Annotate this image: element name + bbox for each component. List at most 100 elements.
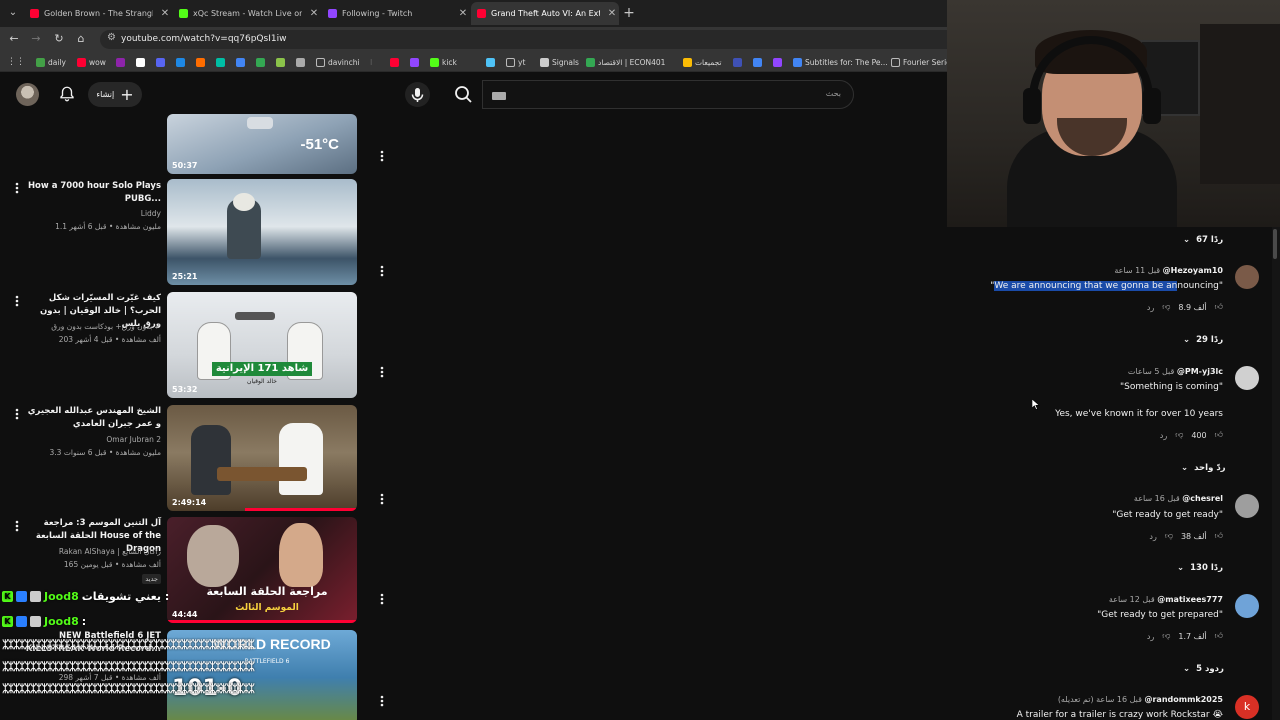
channel-name[interactable]: Omar Jubran 2 [21,433,161,446]
new-tab-plus-icon[interactable]: + [621,4,637,22]
video-title[interactable]: الشيخ المهندس عبدالله العجيري و عمر جبرا… [24,405,161,431]
video-thumbnail[interactable]: -51°C 50:37 [167,114,357,174]
browser-tab[interactable]: Following - Twitch ✕ [322,2,470,25]
replies-toggle[interactable]: ⌄ 29 ردًا [1183,333,1223,347]
comment-username[interactable]: @matixees777 [1157,595,1223,604]
dislike-icon[interactable]: 👎︎ [1175,430,1183,440]
apps-grid-icon[interactable]: ⋮⋮ [7,56,25,68]
recommended-video[interactable]: كيف غيّرت المسيّرات شكل الحرب؟ | خالد ال… [0,292,400,400]
like-icon[interactable]: 👍︎ [1215,430,1223,440]
bookmark-folder-davinchi[interactable]: davinchi [316,56,360,68]
bookmark-folder-yt[interactable]: yt [506,56,525,68]
comment-username[interactable]: @PM-yj3lc [1177,367,1223,376]
browser-tab[interactable]: xQc Stream - Watch Live on Kick ✕ [173,2,321,25]
bookmark-icon-only[interactable] [216,56,225,68]
close-tab-icon[interactable]: ✕ [456,8,470,19]
search-input[interactable]: بحث [482,80,854,109]
like-icon[interactable]: 👍︎ [1215,302,1223,312]
notifications-bell-icon[interactable] [58,84,76,104]
comment-username[interactable]: @randommk2025 [1144,695,1223,704]
scrollbar-track[interactable] [1272,227,1280,720]
bookmark-econ[interactable]: الاقتصاد | ECON401 [586,56,665,68]
bookmark-icon-only[interactable] [773,56,782,68]
commenter-avatar[interactable] [1235,366,1259,390]
more-vert-icon[interactable] [14,408,20,420]
reply-button[interactable]: رد [1147,632,1154,641]
recommended-video[interactable]: آل التنين الموسم 3: مراجعة الحلقة السابع… [0,517,400,625]
recommended-video[interactable]: -51°C 50:37 [0,114,400,176]
commenter-avatar[interactable] [1235,594,1259,618]
channel-name[interactable]: بدون ورق+ بودكاست بدون ورق ✔ [21,320,161,333]
bookmark-icon-only[interactable] [196,56,205,68]
bookmark-icon-only[interactable] [136,56,145,68]
replies-toggle[interactable]: ⌄ 67 ردًا [1183,233,1223,247]
more-vert-icon[interactable] [379,593,385,605]
keyboard-icon[interactable] [492,92,506,100]
bookmark-tajmeeat[interactable]: تجميعات [683,56,722,68]
comment-username[interactable]: @chesrel [1182,494,1223,503]
bookmark-icon-only[interactable] [753,56,762,68]
site-settings-icon[interactable]: ⚙ [107,32,116,43]
url-text[interactable]: youtube.com/watch?v=qq76pQsI1iw [121,34,286,44]
bookmark-icon-only[interactable] [296,56,305,68]
forward-arrow-icon[interactable]: → [28,31,44,47]
bookmark-signals[interactable]: Signals [540,56,579,68]
close-tab-icon[interactable]: ✕ [158,8,172,19]
replies-toggle[interactable]: ⌄ 5 ردود [1183,662,1224,676]
reload-icon[interactable]: ↻ [51,31,67,47]
bookmark-icon-only[interactable] [486,56,495,68]
bookmark-icon-only[interactable] [176,56,185,68]
replies-toggle[interactable]: ⌄ ردّ واحد [1181,461,1226,475]
bookmark-icon-only[interactable] [156,56,165,68]
comment-username[interactable]: @Hezoyam10 [1163,266,1223,275]
like-icon[interactable]: 👍︎ [1215,531,1223,541]
more-vert-icon[interactable] [379,150,385,162]
more-vert-icon[interactable] [379,695,385,707]
bookmark-fourier[interactable]: Fourier Series [891,56,955,68]
channel-name[interactable]: Liddy [21,207,161,220]
commenter-avatar[interactable]: k [1235,695,1259,719]
bookmark-icon-only[interactable] [276,56,285,68]
dislike-icon[interactable]: 👎︎ [1162,631,1170,641]
bookmark-icon-only[interactable]: ⁝ [370,56,372,68]
more-vert-icon[interactable] [14,520,20,532]
bookmark-icon-only[interactable] [116,56,125,68]
video-thumbnail[interactable]: 2:49:14 [167,405,357,511]
search-button[interactable] [447,80,480,109]
bookmark-kick[interactable]: kick [430,56,457,68]
voice-search-button[interactable] [405,82,430,107]
bookmark-icon-only[interactable] [236,56,245,68]
close-tab-icon[interactable]: ✕ [307,8,321,19]
browser-tab-active[interactable]: Grand Theft Auto VI: An Extended ✕ [471,2,619,25]
reply-button[interactable]: رد [1160,431,1167,440]
browser-tab[interactable]: Golden Brown - The Stranglers ✕ [24,2,172,25]
commenter-avatar[interactable] [1235,494,1259,518]
bookmark-icon-only[interactable] [390,56,399,68]
video-title[interactable]: How a 7000 hour Solo Plays PUBG... [24,180,161,206]
recommended-video[interactable]: How a 7000 hour Solo Plays PUBG... Liddy… [0,179,400,287]
bookmark-daily[interactable]: daily [36,56,66,68]
dislike-icon[interactable]: 👎︎ [1162,302,1170,312]
more-vert-icon[interactable] [379,493,385,505]
bookmark-wow[interactable]: wow [77,56,106,68]
more-vert-icon[interactable] [14,182,20,194]
bookmark-icon-only[interactable] [410,56,419,68]
address-bar[interactable]: ⚙ youtube.com/watch?v=qq76pQsI1iw [100,30,947,49]
reply-button[interactable]: رد [1147,303,1154,312]
scrollbar-thumb[interactable] [1273,229,1277,259]
video-thumbnail[interactable]: 25:21 [167,179,357,285]
home-icon[interactable]: ⌂ [73,31,89,47]
replies-toggle[interactable]: ⌄ 130 ردًا [1177,561,1223,575]
account-avatar[interactable] [16,83,39,106]
back-arrow-icon[interactable]: ← [6,31,22,47]
dislike-icon[interactable]: 👎︎ [1165,531,1173,541]
bookmark-icon-only[interactable] [256,56,265,68]
video-thumbnail[interactable]: مراجعة الحلقة السابعة الموسم الثالث 44:4… [167,517,357,623]
bookmark-icon-only[interactable] [733,56,742,68]
recommended-video[interactable]: الشيخ المهندس عبدالله العجيري و عمر جبرا… [0,405,400,513]
more-vert-icon[interactable] [379,366,385,378]
commenter-avatar[interactable] [1235,265,1259,289]
like-icon[interactable]: 👍︎ [1215,631,1223,641]
close-tab-icon[interactable]: ✕ [605,8,619,19]
create-button[interactable]: إنشاء + [88,82,142,107]
